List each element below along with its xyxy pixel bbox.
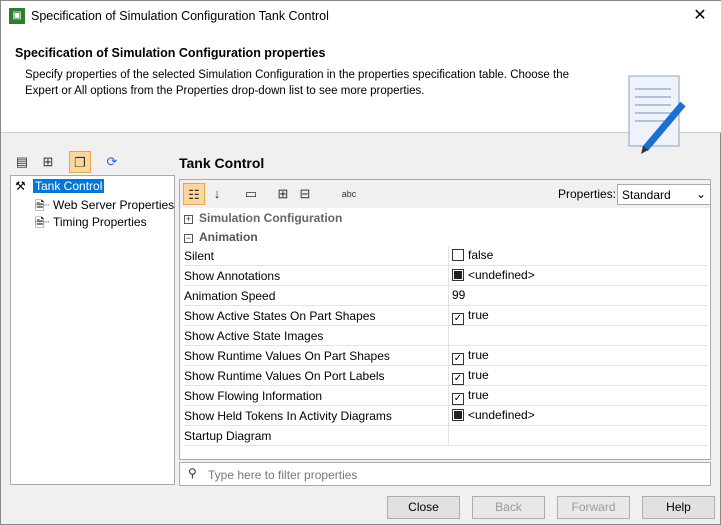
group-animation[interactable]: − Animation <box>184 230 258 244</box>
tree-item-tank-control[interactable]: Tank Control <box>33 179 105 193</box>
property-value[interactable]: 99 <box>448 286 708 306</box>
value-text: <undefined> <box>468 408 535 422</box>
checkbox-unchecked[interactable] <box>452 249 464 261</box>
properties-label: Properties: <box>558 187 617 201</box>
document-pencil-icon <box>628 75 686 154</box>
property-row[interactable]: Show Runtime Values On Port Labels ✓ true <box>184 366 708 386</box>
element-tree: ⚒ Tank Control ┈┈ ┈┈ 🗎 Web Server Proper… <box>10 175 175 485</box>
property-value[interactable]: <undefined> <box>448 266 708 286</box>
property-name: Show Flowing Information <box>184 389 323 403</box>
dropdown-value: Standard <box>622 188 671 202</box>
group-label: Animation <box>199 230 258 244</box>
tree-view-icon[interactable]: ⊞ <box>37 151 59 173</box>
property-value[interactable]: <undefined> <box>448 406 708 426</box>
value-text: <undefined> <box>468 268 535 282</box>
property-name: Startup Diagram <box>184 429 272 443</box>
property-value[interactable] <box>448 326 708 346</box>
description-icon[interactable]: ▭ <box>240 183 262 205</box>
property-value[interactable]: false <box>448 246 708 266</box>
properties-grid: ☷ ↓ ▭ ⊞ ⊟ abc + Simulation Configuration … <box>179 179 711 460</box>
checkbox-checked[interactable]: ✓ <box>452 313 464 325</box>
value-text: true <box>468 388 489 402</box>
categorized-view-icon[interactable]: ☷ <box>183 183 205 205</box>
back-button[interactable]: Back <box>472 496 545 519</box>
value-text: 99 <box>452 288 466 302</box>
property-name: Show Active State Images <box>184 329 324 343</box>
property-row[interactable]: Show Runtime Values On Part Shapes ✓ true <box>184 346 708 366</box>
property-row[interactable]: Show Active States On Part Shapes ✓ true <box>184 306 708 326</box>
page-icon: 🗎 <box>35 216 45 230</box>
value-text: false <box>468 248 494 262</box>
properties-dropdown[interactable]: Standard ⌄ <box>617 184 711 205</box>
property-row[interactable]: Show Annotations <undefined> <box>184 266 708 286</box>
property-name: Show Held Tokens In Activity Diagrams <box>184 409 392 423</box>
value-text: true <box>468 368 489 382</box>
spelling-icon[interactable]: abc <box>338 183 360 205</box>
property-row[interactable]: Show Flowing Information ✓ true <box>184 386 708 406</box>
property-name: Show Annotations <box>184 269 281 283</box>
property-name: Silent <box>184 249 215 263</box>
filter-input[interactable]: ⚲ Type here to filter properties <box>179 462 711 486</box>
window-title: Specification of Simulation Configuratio… <box>31 9 329 23</box>
table-view-icon[interactable]: ▤ <box>11 151 33 173</box>
property-row[interactable]: Animation Speed 99 <box>184 286 708 306</box>
tree-item-timing[interactable]: Timing Properties <box>53 215 147 229</box>
property-row[interactable]: Startup Diagram <box>184 426 708 446</box>
checkbox-indeterminate[interactable] <box>452 269 464 281</box>
refresh-icon[interactable]: ⟳ <box>101 151 123 173</box>
tree-item-web-server[interactable]: Web Server Properties <box>53 198 174 212</box>
close-window-button[interactable]: ✕ <box>685 5 715 27</box>
property-value[interactable]: ✓ true <box>448 386 708 406</box>
property-name: Show Runtime Values On Part Shapes <box>184 349 390 363</box>
checkbox-indeterminate[interactable] <box>452 409 464 421</box>
property-row[interactable]: Show Active State Images <box>184 326 708 346</box>
collapse-all-icon[interactable]: ⊟ <box>294 183 316 205</box>
copy-view-icon[interactable]: ❐ <box>69 151 91 173</box>
panel-title: Tank Control <box>179 155 265 171</box>
close-button[interactable]: Close <box>387 496 460 519</box>
property-name: Show Runtime Values On Port Labels <box>184 369 385 383</box>
header-description: Specify properties of the selected Simul… <box>25 69 570 97</box>
header-panel: Specification of Simulation Configuratio… <box>1 32 721 154</box>
property-value[interactable]: ✓ true <box>448 366 708 386</box>
checkbox-checked[interactable]: ✓ <box>452 393 464 405</box>
property-name: Show Active States On Part Shapes <box>184 309 376 323</box>
checkbox-checked[interactable]: ✓ <box>452 353 464 365</box>
checkbox-checked[interactable]: ✓ <box>452 373 464 385</box>
filter-placeholder: Type here to filter properties <box>208 468 358 482</box>
property-name: Animation Speed <box>184 289 276 303</box>
property-value[interactable]: ✓ true <box>448 306 708 326</box>
collapse-icon[interactable]: − <box>184 234 193 243</box>
chevron-down-icon: ⌄ <box>695 187 706 201</box>
expand-all-icon[interactable]: ⊞ <box>272 183 294 205</box>
tools-icon: ⚒ <box>15 179 26 193</box>
sort-alpha-icon[interactable]: ↓ <box>206 183 228 205</box>
property-row[interactable]: Silent false <box>184 246 708 266</box>
expand-icon[interactable]: + <box>184 215 193 224</box>
property-value[interactable]: ✓ true <box>448 346 708 366</box>
help-button[interactable]: Help <box>642 496 715 519</box>
search-icon: ⚲ <box>188 466 197 480</box>
forward-button[interactable]: Forward <box>557 496 630 519</box>
group-label: Simulation Configuration <box>199 211 343 225</box>
title-bar: ▣ Specification of Simulation Configurat… <box>1 1 721 32</box>
property-value[interactable] <box>448 426 708 446</box>
value-text: true <box>468 348 489 362</box>
value-text: true <box>468 308 489 322</box>
property-row[interactable]: Show Held Tokens In Activity Diagrams <un… <box>184 406 708 426</box>
group-simulation-configuration[interactable]: + Simulation Configuration <box>184 211 342 225</box>
app-icon: ▣ <box>9 8 25 24</box>
header-title: Specification of Simulation Configuratio… <box>15 46 326 60</box>
